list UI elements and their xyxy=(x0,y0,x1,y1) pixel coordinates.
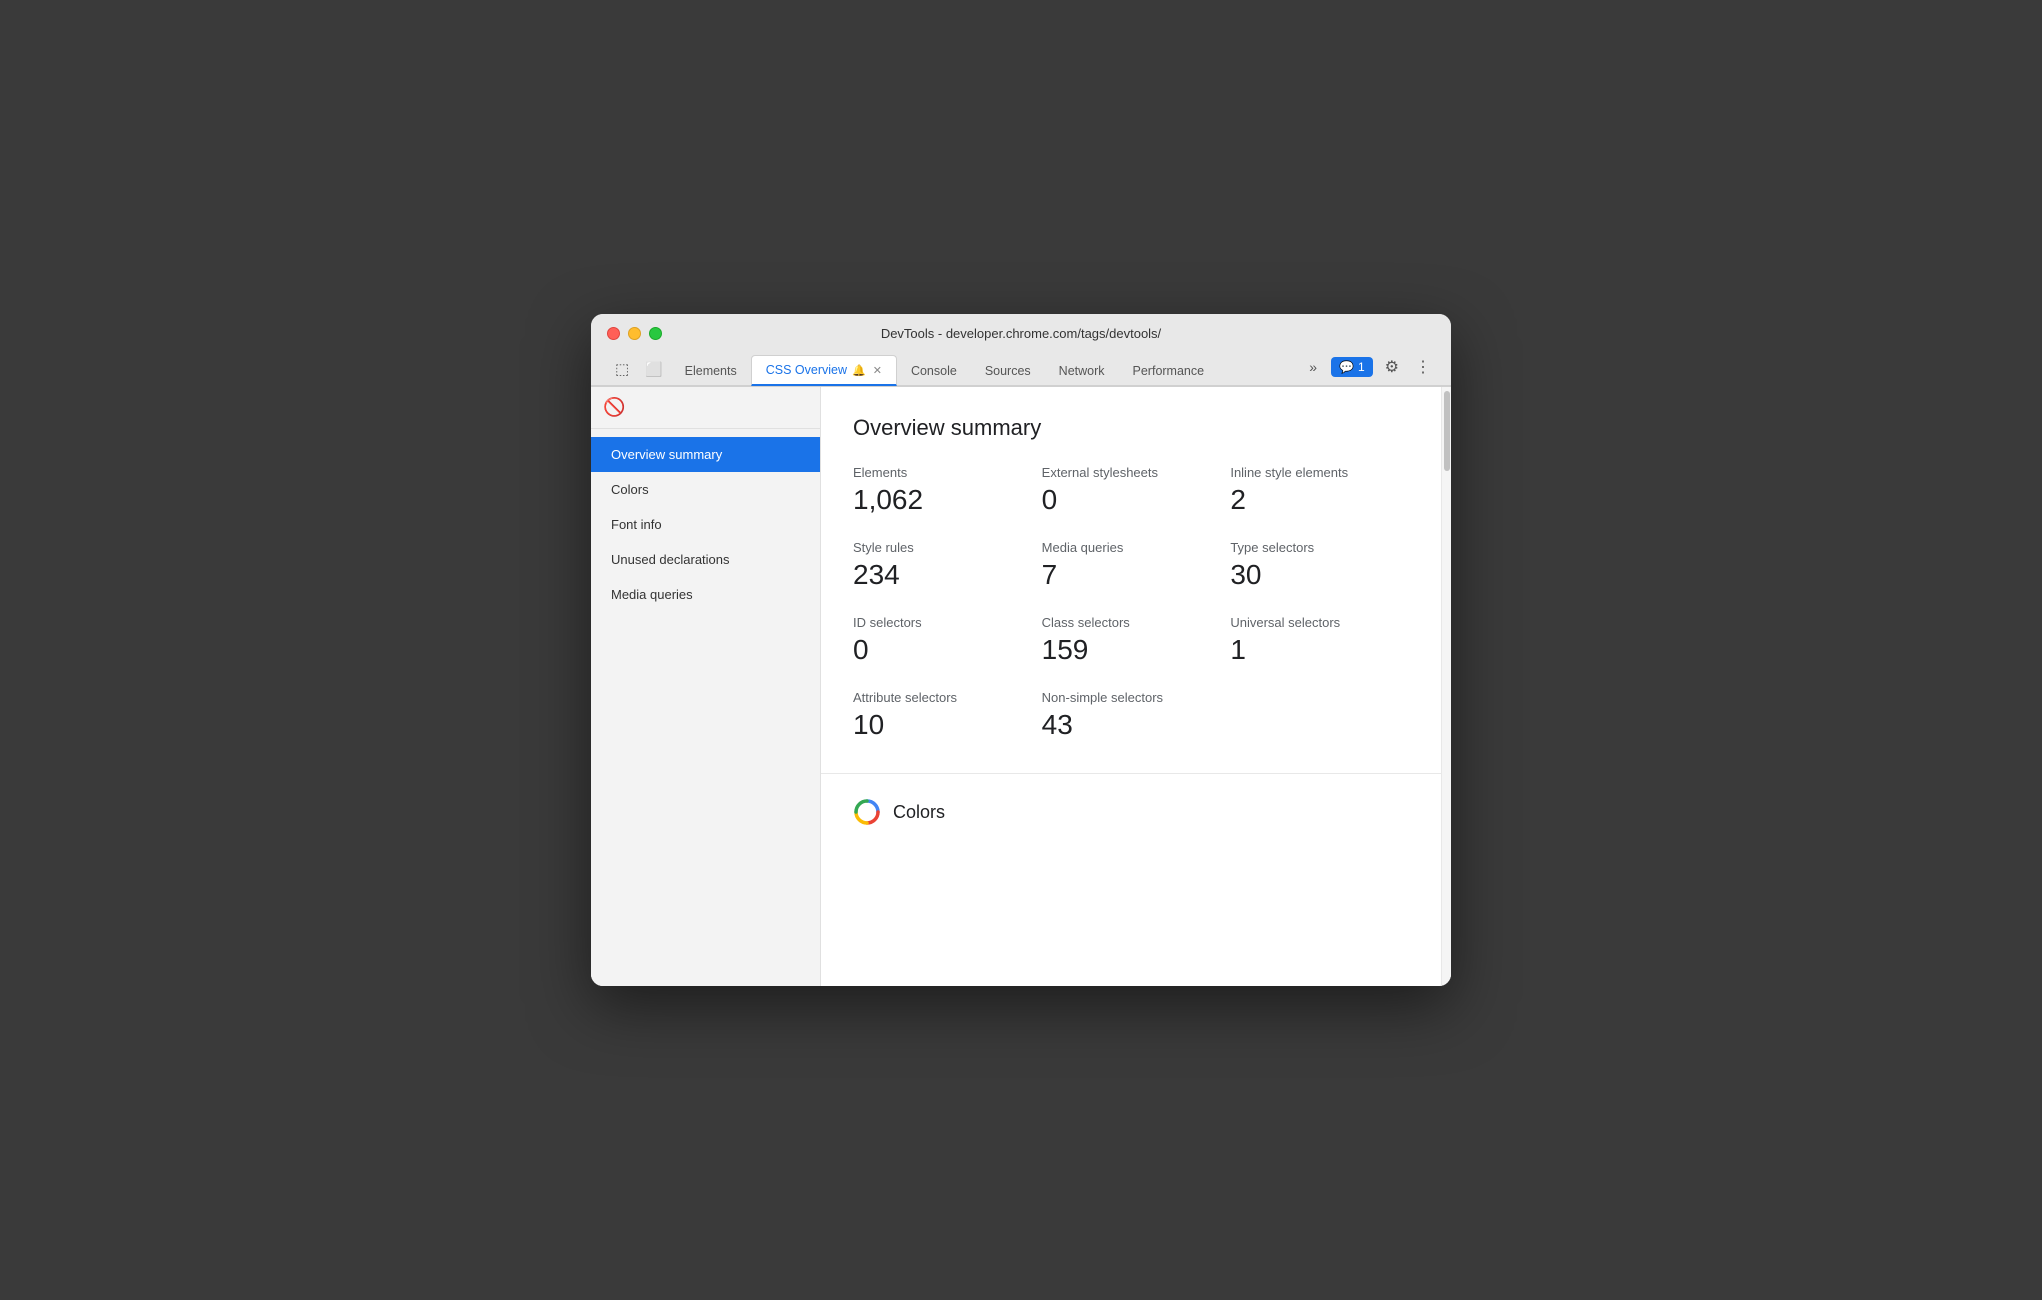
stat-style-value: 234 xyxy=(853,559,1042,591)
stat-ext-label: External stylesheets xyxy=(1042,465,1231,480)
tab-console-label: Console xyxy=(911,364,957,378)
scrollbar-thumb[interactable] xyxy=(1444,391,1450,471)
stat-universal-label: Universal selectors xyxy=(1230,615,1419,630)
scrollbar-track[interactable] xyxy=(1441,387,1451,986)
sidebar: 🚫 Overview summary Colors Font info Unus… xyxy=(591,387,821,986)
tabs-bar: ⬚ ⬜ Elements CSS Overview 🔔 ✕ Console So… xyxy=(607,349,1435,385)
pointer-icon: ⬚ xyxy=(615,360,629,378)
minimize-button[interactable] xyxy=(628,327,641,340)
stat-inline-label: Inline style elements xyxy=(1230,465,1419,480)
device-icon: ⬜ xyxy=(645,361,662,378)
tabs-right-controls: » 💬 1 ⚙ ⋮ xyxy=(1303,355,1435,385)
tab-performance[interactable]: Performance xyxy=(1119,357,1219,385)
tab-elements-label: Elements xyxy=(685,364,737,378)
settings-icon[interactable]: ⚙ xyxy=(1381,355,1403,379)
stat-type-value: 30 xyxy=(1230,559,1419,591)
tab-network-label: Network xyxy=(1059,364,1105,378)
more-tabs-button[interactable]: » xyxy=(1303,355,1323,379)
stat-nonsimple-value: 43 xyxy=(1042,709,1231,741)
sidebar-item-media-queries[interactable]: Media queries xyxy=(591,577,820,612)
sidebar-header: 🚫 xyxy=(591,387,820,429)
tab-css-overview-label: CSS Overview xyxy=(766,363,847,377)
chat-icon: 💬 xyxy=(1339,360,1354,374)
devtools-body: 🚫 Overview summary Colors Font info Unus… xyxy=(591,386,1451,986)
tab-performance-label: Performance xyxy=(1133,364,1205,378)
more-options-icon[interactable]: ⋮ xyxy=(1411,355,1435,379)
stat-elements-label: Elements xyxy=(853,465,1042,480)
stat-id-selectors: ID selectors 0 xyxy=(853,615,1042,666)
stat-class-value: 159 xyxy=(1042,634,1231,666)
tab-css-overview[interactable]: CSS Overview 🔔 ✕ xyxy=(751,355,897,386)
stat-external-stylesheets: External stylesheets 0 xyxy=(1042,465,1231,516)
sidebar-item-unused-declarations[interactable]: Unused declarations xyxy=(591,542,820,577)
devtools-window: DevTools - developer.chrome.com/tags/dev… xyxy=(591,314,1451,986)
section-heading: Overview summary xyxy=(853,415,1419,441)
sidebar-item-colors[interactable]: Colors xyxy=(591,472,820,507)
stat-ext-value: 0 xyxy=(1042,484,1231,516)
chat-button[interactable]: 💬 1 xyxy=(1331,357,1373,377)
stat-universal-value: 1 xyxy=(1230,634,1419,666)
stat-style-rules: Style rules 234 xyxy=(853,540,1042,591)
stat-id-label: ID selectors xyxy=(853,615,1042,630)
tab-sources[interactable]: Sources xyxy=(971,357,1045,385)
tab-close-icon[interactable]: ✕ xyxy=(873,364,882,377)
stat-elements-value: 1,062 xyxy=(853,484,1042,516)
main-panel-wrapper: Overview summary Elements 1,062 External… xyxy=(821,387,1451,986)
stat-attr-label: Attribute selectors xyxy=(853,690,1042,705)
stats-grid: Elements 1,062 External stylesheets 0 In… xyxy=(853,465,1419,741)
stat-type-label: Type selectors xyxy=(1230,540,1419,555)
tab-network[interactable]: Network xyxy=(1045,357,1119,385)
stat-inline-value: 2 xyxy=(1230,484,1419,516)
stat-type-selectors: Type selectors 30 xyxy=(1230,540,1419,591)
stat-nonsimple-label: Non-simple selectors xyxy=(1042,690,1231,705)
titlebar: DevTools - developer.chrome.com/tags/dev… xyxy=(591,314,1451,386)
traffic-lights xyxy=(607,327,662,340)
tab-console[interactable]: Console xyxy=(897,357,971,385)
close-button[interactable] xyxy=(607,327,620,340)
stat-media-label: Media queries xyxy=(1042,540,1231,555)
main-panel: Overview summary Elements 1,062 External… xyxy=(821,387,1451,850)
sidebar-item-font-info[interactable]: Font info xyxy=(591,507,820,542)
experiment-icon: 🔔 xyxy=(852,364,866,377)
tab-sources-label: Sources xyxy=(985,364,1031,378)
maximize-button[interactable] xyxy=(649,327,662,340)
stat-non-simple-selectors: Non-simple selectors 43 xyxy=(1042,690,1231,741)
stat-universal-selectors: Universal selectors 1 xyxy=(1230,615,1419,666)
stat-attr-value: 10 xyxy=(853,709,1042,741)
colors-ring-icon xyxy=(853,798,881,826)
stat-style-label: Style rules xyxy=(853,540,1042,555)
colors-section: Colors xyxy=(821,774,1451,850)
stat-class-label: Class selectors xyxy=(1042,615,1231,630)
tab-elements[interactable]: Elements xyxy=(671,357,751,385)
stat-media-value: 7 xyxy=(1042,559,1231,591)
window-title: DevTools - developer.chrome.com/tags/dev… xyxy=(881,326,1161,341)
colors-section-label: Colors xyxy=(893,802,945,823)
stat-inline-style: Inline style elements 2 xyxy=(1230,465,1419,516)
block-icon[interactable]: 🚫 xyxy=(603,397,625,417)
device-toggle[interactable]: ⬜ xyxy=(637,354,670,385)
sidebar-nav: Overview summary Colors Font info Unused… xyxy=(591,429,820,620)
inspector-tool[interactable]: ⬚ xyxy=(607,353,637,385)
sidebar-item-overview-summary[interactable]: Overview summary xyxy=(591,437,820,472)
overview-summary-section: Overview summary Elements 1,062 External… xyxy=(821,387,1451,774)
stat-class-selectors: Class selectors 159 xyxy=(1042,615,1231,666)
stat-media-queries: Media queries 7 xyxy=(1042,540,1231,591)
stat-elements: Elements 1,062 xyxy=(853,465,1042,516)
chat-count: 1 xyxy=(1358,360,1365,374)
stat-id-value: 0 xyxy=(853,634,1042,666)
stat-attribute-selectors: Attribute selectors 10 xyxy=(853,690,1042,741)
